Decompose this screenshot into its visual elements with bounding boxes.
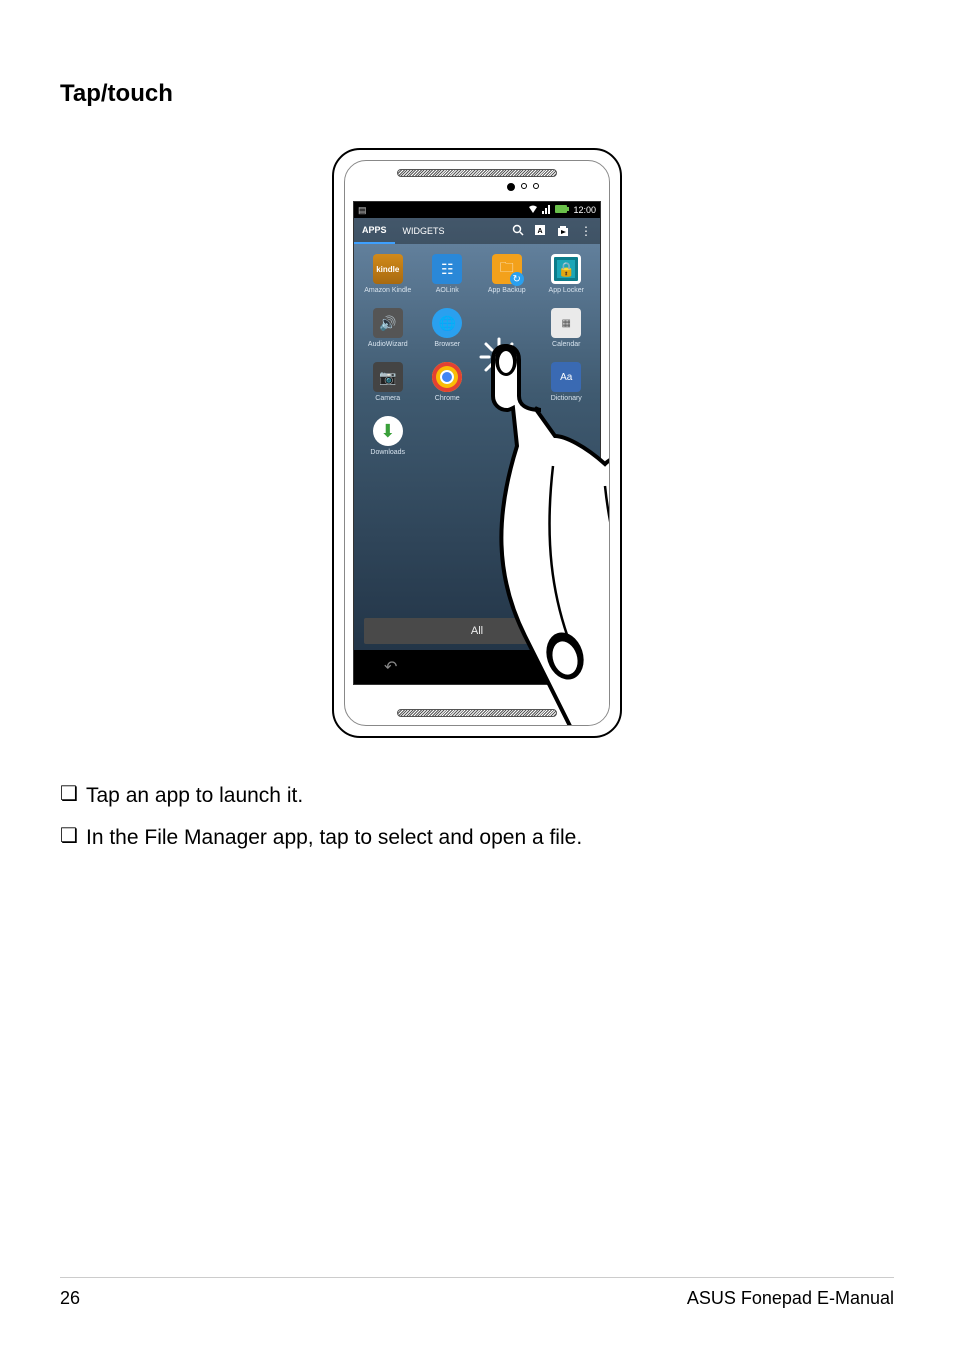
app-browser[interactable]: 🌐Browser [420, 308, 476, 348]
status-bar: ▤ 12:00 [354, 202, 600, 218]
app-label: App Locker [539, 287, 595, 294]
manual-title: ASUS Fonepad E-Manual [687, 1288, 894, 1309]
status-time: 12:00 [573, 205, 596, 215]
nav-bar: ↶ [354, 650, 600, 684]
app-label: Calendar [539, 341, 595, 348]
app-label: AudioWizard [360, 341, 416, 348]
sort-az-icon[interactable]: A [534, 224, 546, 239]
app-label: Browser [420, 341, 476, 348]
page-number: 26 [60, 1288, 80, 1309]
signal-icon [542, 205, 551, 216]
instruction-list: ❏ Tap an app to launch it. ❏ In the File… [60, 778, 894, 855]
app-label: AOLink [420, 287, 476, 294]
app-label: Downloads [360, 449, 416, 456]
gesture-figure: ▤ 12:00 APPS WIDGE [60, 148, 894, 738]
sd-icon: ▤ [358, 205, 367, 216]
drawer-tabs: APPS WIDGETS A ⋮ [354, 218, 600, 244]
overflow-icon[interactable]: ⋮ [580, 224, 592, 239]
app-aolink[interactable]: ☷AOLink [420, 254, 476, 294]
app-label: Camera [360, 395, 416, 402]
app-label: Dictionary [539, 395, 595, 402]
app-dictionary[interactable]: AaDictionary [539, 362, 595, 402]
section-heading: Tap/touch [60, 80, 894, 108]
instruction-2: In the File Manager app, tap to select a… [86, 820, 582, 856]
app-locker[interactable]: 🔒App Locker [539, 254, 595, 294]
all-button[interactable]: All [364, 618, 590, 644]
bullet-icon: ❏ [60, 820, 86, 852]
device-outline: ▤ 12:00 APPS WIDGE [332, 148, 622, 738]
device-screen: ▤ 12:00 APPS WIDGE [353, 201, 601, 685]
play-store-icon[interactable] [556, 224, 570, 239]
tab-widgets[interactable]: WIDGETS [395, 218, 453, 244]
back-icon[interactable]: ↶ [384, 657, 397, 677]
app-amazon-kindle[interactable]: kindleAmazon Kindle [360, 254, 416, 294]
wifi-icon [528, 205, 538, 216]
search-icon[interactable] [512, 224, 524, 239]
app-camera[interactable]: 📷Camera [360, 362, 416, 402]
app-backup[interactable]: 🗀App Backup [479, 254, 535, 294]
app-audiowizard[interactable]: 🔊AudioWizard [360, 308, 416, 348]
app-chrome[interactable]: Chrome [420, 362, 476, 402]
bullet-icon: ❏ [60, 778, 86, 810]
svg-text:A: A [537, 228, 542, 235]
apps-grid: kindleAmazon Kindle ☷AOLink 🗀App Backup … [354, 244, 600, 466]
app-calendar[interactable]: ▦Calendar [539, 308, 595, 348]
speaker-bottom [397, 709, 557, 717]
app-hidden-clock[interactable] [479, 362, 535, 402]
tab-apps[interactable]: APPS [354, 218, 395, 244]
app-label: Chrome [420, 395, 476, 402]
speaker-top [397, 169, 557, 177]
battery-icon [555, 205, 569, 215]
app-label: App Backup [479, 287, 535, 294]
page-footer: 26 ASUS Fonepad E-Manual [60, 1277, 894, 1309]
app-label: Amazon Kindle [360, 287, 416, 294]
app-downloads[interactable]: ⬇Downloads [360, 416, 416, 456]
app-hidden-calculator[interactable] [479, 308, 535, 348]
instruction-1: Tap an app to launch it. [86, 778, 303, 814]
front-sensors [507, 183, 539, 191]
